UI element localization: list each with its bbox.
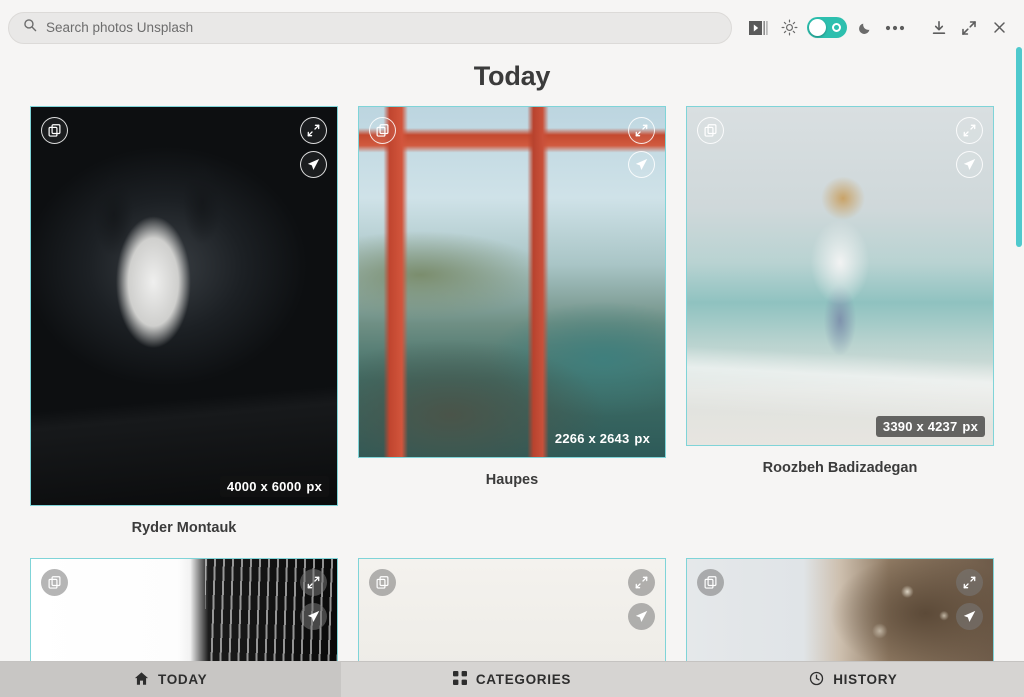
photo-card[interactable] bbox=[30, 558, 338, 661]
photo-thumbnail bbox=[359, 107, 665, 457]
bottom-navigation: TODAY CATEGORIES HISTORY bbox=[0, 661, 1024, 697]
resolution-unit: px bbox=[634, 431, 650, 446]
copy-icon[interactable] bbox=[697, 569, 724, 596]
photo-author: Haupes bbox=[485, 472, 539, 488]
nav-item-history[interactable]: HISTORY bbox=[683, 662, 1024, 697]
copy-icon[interactable] bbox=[41, 569, 68, 596]
resolution-badge: 2266 x 2643 px bbox=[548, 428, 657, 449]
photo-card-cell bbox=[358, 558, 666, 661]
photo-thumbnail bbox=[31, 559, 337, 661]
photo-author: Ryder Montauk bbox=[131, 520, 237, 536]
nav-item-today[interactable]: TODAY bbox=[0, 662, 342, 697]
send-icon[interactable] bbox=[628, 151, 655, 178]
resolution-value: 2266 x 2643 bbox=[554, 431, 630, 446]
photo-gallery-scroll-area[interactable]: Today 4000 x 6000 px Ryder Montauk 2266 x 2… bbox=[0, 55, 1024, 661]
grid-icon bbox=[452, 671, 467, 688]
expand-icon[interactable] bbox=[300, 569, 327, 596]
photo-card[interactable] bbox=[686, 558, 994, 661]
toolbar-buttons bbox=[744, 13, 1014, 43]
sun-icon[interactable] bbox=[774, 13, 804, 43]
copy-icon[interactable] bbox=[41, 117, 68, 144]
photo-card[interactable] bbox=[358, 558, 666, 661]
expand-icon[interactable] bbox=[956, 117, 983, 144]
photo-thumbnail bbox=[31, 107, 337, 505]
send-icon[interactable] bbox=[300, 603, 327, 630]
resolution-value: 3390 x 4237 bbox=[882, 419, 958, 434]
copy-icon[interactable] bbox=[369, 569, 396, 596]
toggle-knob bbox=[809, 19, 826, 36]
page-title: Today bbox=[473, 61, 551, 91]
expand-icon[interactable] bbox=[628, 117, 655, 144]
photo-card[interactable]: 4000 x 6000 px bbox=[30, 106, 338, 506]
send-icon[interactable] bbox=[628, 603, 655, 630]
close-icon[interactable] bbox=[984, 13, 1014, 43]
resolution-unit: px bbox=[962, 419, 978, 434]
send-icon[interactable] bbox=[956, 603, 983, 630]
top-toolbar bbox=[0, 0, 1024, 55]
photo-grid: 4000 x 6000 px Ryder Montauk 2266 x 2643 px H… bbox=[0, 106, 1024, 661]
photo-card-cell bbox=[30, 558, 338, 661]
moon-icon[interactable] bbox=[850, 13, 880, 43]
panel-toggle-icon[interactable] bbox=[744, 13, 774, 43]
nav-label-today: TODAY bbox=[158, 672, 208, 687]
nav-item-categories[interactable]: CATEGORIES bbox=[341, 662, 682, 697]
expand-icon[interactable] bbox=[628, 569, 655, 596]
search-icon bbox=[23, 18, 37, 37]
theme-toggle[interactable] bbox=[807, 17, 847, 38]
photo-card-cell: 3390 x 4237 px Roozbeh Badizadegan bbox=[686, 106, 994, 558]
photo-card-cell: 4000 x 6000 px Ryder Montauk bbox=[30, 106, 338, 558]
photo-author: Roozbeh Badizadegan bbox=[762, 460, 918, 476]
send-icon[interactable] bbox=[300, 151, 327, 178]
search-input[interactable] bbox=[46, 20, 717, 35]
resolution-badge: 4000 x 6000 px bbox=[219, 476, 329, 497]
copy-icon[interactable] bbox=[697, 117, 724, 144]
expand-icon[interactable] bbox=[300, 117, 327, 144]
resolution-badge: 3390 x 4237 px bbox=[875, 416, 985, 437]
search-bar[interactable] bbox=[8, 11, 732, 44]
send-icon[interactable] bbox=[956, 151, 983, 178]
nav-label-categories: CATEGORIES bbox=[475, 672, 572, 687]
vertical-scrollbar[interactable] bbox=[1016, 47, 1022, 247]
download-icon[interactable] bbox=[924, 13, 954, 43]
nav-label-history: HISTORY bbox=[833, 672, 898, 687]
photo-thumbnail bbox=[687, 107, 993, 445]
resolution-unit: px bbox=[306, 479, 322, 494]
photo-thumbnail bbox=[359, 559, 665, 661]
fullscreen-icon[interactable] bbox=[954, 13, 984, 43]
toggle-indicator bbox=[832, 23, 841, 32]
home-icon bbox=[134, 671, 149, 689]
photo-thumbnail bbox=[687, 559, 993, 661]
photo-card-cell bbox=[686, 558, 994, 661]
resolution-value: 4000 x 6000 bbox=[226, 479, 302, 494]
photo-card[interactable]: 2266 x 2643 px bbox=[358, 106, 666, 458]
copy-icon[interactable] bbox=[369, 117, 396, 144]
photo-card[interactable]: 3390 x 4237 px bbox=[686, 106, 994, 446]
expand-icon[interactable] bbox=[956, 569, 983, 596]
more-menu-icon[interactable] bbox=[880, 13, 910, 43]
photo-card-cell: 2266 x 2643 px Haupes bbox=[358, 106, 666, 558]
clock-icon bbox=[809, 671, 824, 689]
